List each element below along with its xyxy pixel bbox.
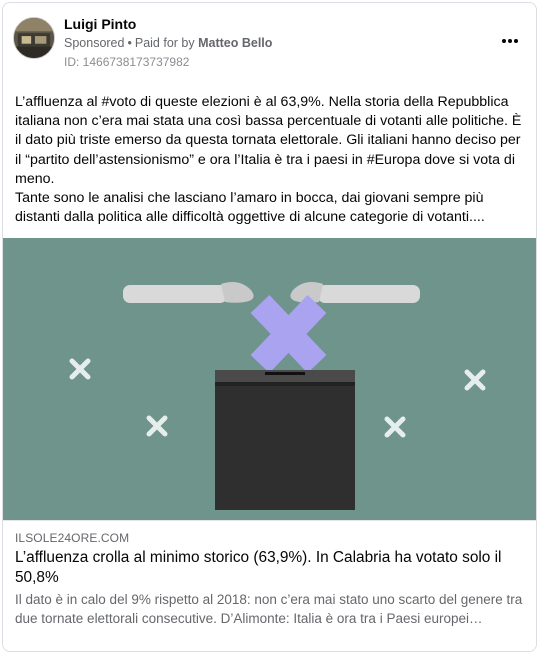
post-paragraph: L’affluenza al #voto di queste elezioni … [15, 94, 522, 187]
more-options-icon [514, 39, 518, 43]
link-title[interactable]: L’affluenza crolla al minimo storico (63… [15, 548, 526, 587]
paid-for-name[interactable]: Matteo Bello [198, 36, 272, 50]
post-body-text: L’affluenza al #voto di queste elezioni … [15, 93, 527, 227]
meta-separator: • [127, 36, 132, 50]
sponsored-post-card: Luigi Pinto Sponsored • Paid for by Matteo… [2, 2, 537, 652]
more-options-icon [502, 39, 506, 43]
ad-id: ID: 1466738173737982 [64, 55, 190, 69]
sponsored-meta: Sponsored • Paid for by Matteo Bello [64, 36, 272, 50]
author-name[interactable]: Luigi Pinto [64, 16, 136, 32]
post-paragraph: Tante sono le analisi che lasciano l’ama… [15, 190, 485, 226]
post-header: Luigi Pinto Sponsored • Paid for by Matteo… [3, 3, 536, 79]
author-avatar[interactable] [13, 17, 55, 59]
ballot-box-icon [215, 370, 355, 510]
avatar-photo-icon [14, 18, 54, 58]
link-description: Il dato è in calo del 9% rispetto al 201… [15, 592, 523, 626]
link-domain: ILSOLE24ORE.COM [15, 531, 130, 545]
more-options-button[interactable] [498, 31, 522, 51]
link-preview[interactable]: ILSOLE24ORE.COM L’affluenza crolla al mi… [3, 520, 536, 651]
post-image[interactable] [3, 238, 536, 520]
paid-for-prefix: Paid for by [134, 36, 195, 50]
sponsored-label[interactable]: Sponsored [64, 36, 124, 50]
left-arm [123, 282, 254, 303]
more-options-icon [508, 39, 512, 43]
ballot-box-illustration [3, 238, 536, 520]
